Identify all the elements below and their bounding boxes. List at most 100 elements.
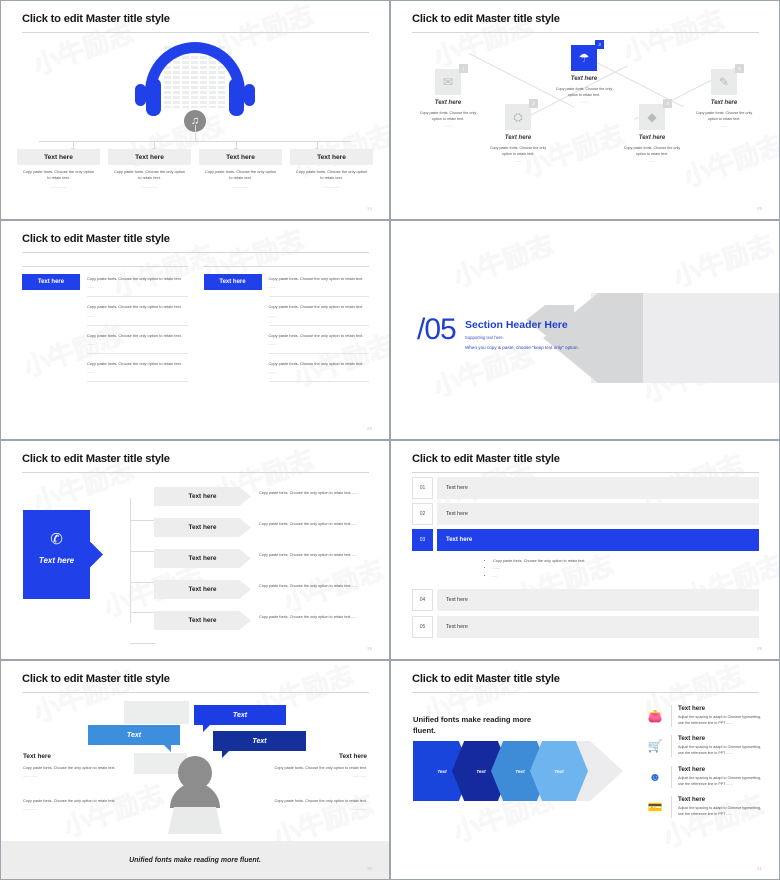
list-row-02[interactable]: 02 Text here: [412, 503, 759, 525]
podium-shape: [168, 807, 222, 834]
title-divider: [22, 32, 369, 33]
section-subtext-1: Supporting text here.: [465, 335, 504, 340]
block-dash: —— ——: [352, 774, 367, 779]
node-heading: Text here: [434, 100, 462, 106]
block-dash: —— ——: [23, 774, 38, 779]
branch-line: [130, 612, 155, 613]
row-bullets: Copy paste fonts. Choose the only option…: [453, 558, 585, 580]
row-number: 05: [412, 616, 433, 638]
column-item[interactable]: Text here Copy paste fonts. Choose the o…: [108, 149, 191, 189]
icon-list-item[interactable]: 👛 Text here Adjust the spacing to adapt …: [645, 705, 765, 727]
list-item[interactable]: Copy paste fonts. Choose the only option…: [268, 274, 369, 298]
bubble-tail: [222, 751, 229, 758]
icon-list-item[interactable]: ☻ Text here Adjust the spacing to adapt …: [645, 765, 765, 788]
speech-bubble-2[interactable]: Text: [194, 705, 286, 732]
list-item[interactable]: Copy paste fonts. Choose the only option…: [268, 332, 369, 354]
list-row-01[interactable]: 01 Text here: [412, 477, 759, 499]
left-text-block-1[interactable]: Text here Copy paste fonts. Choose the o…: [23, 753, 120, 778]
list-chevron[interactable]: Text here: [154, 580, 251, 599]
slide-two-columns[interactable]: 小牛励志 小牛励志 小牛励志 小牛励志 Click to edit Master t…: [0, 220, 390, 440]
chevron-label: Text: [554, 768, 564, 774]
slide-chevrons[interactable]: 小牛励志 小牛励志 小牛励志 小牛励志 Click to edit Master t…: [390, 660, 780, 880]
item-heading: Text here: [678, 705, 706, 712]
item-dash: ——: [268, 285, 276, 290]
column-chip-wrap[interactable]: Text here: [203, 274, 262, 389]
phone-call-icon: ✆: [50, 531, 63, 548]
column-item[interactable]: Text here Copy paste fonts. Choose the o…: [17, 149, 100, 189]
wallet-icon: 👛: [647, 708, 663, 723]
column-rule: [203, 266, 369, 267]
slide-headphones[interactable]: 小牛励志小牛励志 小牛励志小牛励志 Click to edit Master t…: [0, 0, 390, 220]
block-dash: —— ——: [352, 807, 367, 812]
node-badge: 2: [529, 99, 538, 108]
item-heading: Text here: [678, 765, 706, 773]
node-5[interactable]: ✎ 5 Text here Copy paste fonts. Choose t…: [689, 64, 759, 128]
list-item[interactable]: Copy paste fonts. Choose the only option…: [268, 361, 369, 382]
slide-zigzag[interactable]: 小牛励志 小牛励志 小牛励志 小牛励志 Click to edit Master t…: [390, 0, 780, 220]
page-title: Click to edit Master title style: [22, 13, 170, 25]
column-chip-wrap[interactable]: Text here: [22, 274, 80, 389]
node-1[interactable]: ✉ 1 Text here Copy paste fonts. Choose t…: [413, 64, 483, 128]
chevron-4[interactable]: Text: [530, 741, 588, 801]
headline-text: Unified fonts make reading more fluent.: [413, 715, 532, 735]
right-text-block-2[interactable]: Copy paste fonts. Choose the only option…: [270, 793, 367, 811]
connector-lines: [39, 125, 351, 151]
hero-arrow-point: [90, 541, 103, 568]
bubble-tail: [164, 745, 171, 752]
node-badge: 5: [735, 64, 744, 73]
hero-label: Text here: [38, 556, 75, 565]
slide-numbered-list[interactable]: 小牛励志小牛励志 小牛励志小牛励志 Click to edit Master t…: [390, 440, 780, 660]
icon-list-item[interactable]: 🛒 Text here Adjust the spacing to adapt …: [645, 735, 765, 758]
slide-arrow-list[interactable]: 小牛励志 小牛励志 小牛励志 小牛励志 Click to edit Master t…: [0, 440, 390, 660]
title-divider: [22, 252, 369, 253]
item-text: Copy paste fonts. Choose the only option…: [268, 332, 364, 338]
bubble-label: Text: [126, 731, 142, 739]
speech-bubble-3[interactable]: Text: [213, 731, 306, 758]
list-desc: Copy paste fonts. Choose the only option…: [259, 491, 357, 495]
two-column-group: Text here Copy paste fonts. Choose the o…: [22, 266, 369, 389]
node-4[interactable]: ◆ 4 Text here Copy paste fonts. Choose t…: [617, 99, 687, 163]
row-number: 04: [412, 589, 433, 611]
node-badge: 4: [663, 99, 672, 108]
list-item[interactable]: Copy paste fonts. Choose the only option…: [87, 361, 188, 382]
page-number: 29: [756, 646, 762, 651]
list-item[interactable]: Copy paste fonts. Choose the only option…: [87, 333, 188, 354]
node-2[interactable]: ⛭ 2 Text here Copy paste fonts. Choose t…: [483, 99, 553, 163]
list-item[interactable]: Copy paste fonts. Choose the only option…: [87, 274, 188, 298]
item-dash: ——: [268, 341, 276, 346]
item-body: Adjust the spacing to adapt to Chinese t…: [678, 775, 762, 786]
node-body: Copy paste fonts. Choose the only option…: [489, 146, 547, 157]
list-chevron[interactable]: Text here: [154, 549, 251, 568]
wifi-cloud-icon: ☂ 3: [571, 40, 604, 71]
column-item[interactable]: Text here Copy paste fonts. Choose the o…: [199, 149, 282, 189]
list-chevron[interactable]: Text here: [154, 487, 251, 506]
list-row-05[interactable]: 05 Text here: [412, 616, 759, 638]
page-number: 26: [366, 426, 372, 431]
slide-section-header[interactable]: 小牛励志小牛励志 小牛励志小牛励志 /05 Section Header Her…: [390, 220, 780, 440]
branch-line: [130, 643, 155, 644]
list-item[interactable]: Copy paste fonts. Choose the only option…: [268, 304, 369, 326]
item-heading: Text here: [678, 796, 706, 804]
list-chevron[interactable]: Text here: [154, 611, 251, 630]
hero-arrow-block[interactable]: ✆ Text here: [23, 510, 103, 599]
list-chevron[interactable]: Text here: [154, 518, 251, 537]
headphone-cup-left: [146, 78, 161, 116]
node-3[interactable]: ☂ 3 Text here Copy paste fonts. Choose t…: [549, 40, 619, 105]
speech-bubble-1[interactable]: Text: [88, 725, 180, 752]
branch-line: [130, 520, 155, 521]
list-item[interactable]: Copy paste fonts. Choose the only option…: [87, 304, 188, 326]
right-text-block-1[interactable]: Text here Copy paste fonts. Choose the o…: [270, 753, 367, 778]
column-dash: —— ——: [323, 184, 340, 189]
block-heading: Text here: [339, 753, 367, 760]
list-row-04[interactable]: 04 Text here: [412, 589, 759, 611]
section-number: /05: [417, 313, 457, 346]
slide-speech-bubbles[interactable]: 小牛励志 小牛励志 小牛励志 小牛励志 Click to edit Master t…: [0, 660, 390, 880]
column-item[interactable]: Text here Copy paste fonts. Choose the o…: [290, 149, 373, 189]
left-text-block-2[interactable]: Copy paste fonts. Choose the only option…: [23, 793, 120, 811]
chat-icon: ✎ 5: [711, 64, 744, 95]
icon-list-item[interactable]: 💳 Text here Adjust the spacing to adapt …: [645, 796, 765, 818]
page-title: Click to edit Master title style: [22, 233, 170, 245]
node-dash: ——: [580, 100, 588, 105]
item-dash: ——: [268, 370, 276, 374]
list-row-03[interactable]: 03 Text here: [412, 529, 759, 551]
